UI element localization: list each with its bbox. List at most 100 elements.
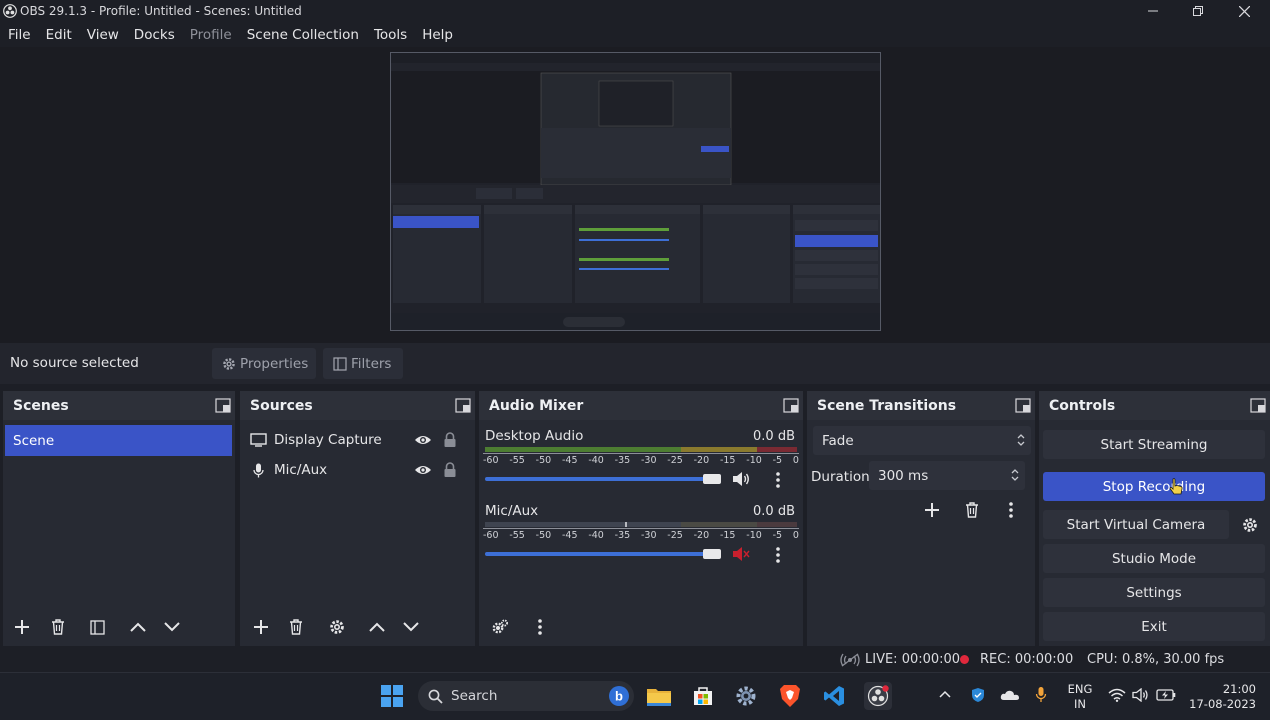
virtual-camera-settings-button[interactable]: [1239, 515, 1261, 535]
menu-view[interactable]: View: [81, 27, 125, 43]
clock-time[interactable]: 21:00: [1186, 682, 1256, 696]
volume-icon[interactable]: [1132, 688, 1150, 702]
exit-button[interactable]: Exit: [1043, 612, 1265, 641]
microphone-icon: [248, 463, 268, 478]
maximize-button[interactable]: [1176, 0, 1220, 22]
settings-button[interactable]: Settings: [1043, 578, 1265, 607]
volume-slider[interactable]: [485, 477, 721, 481]
menu-docks[interactable]: Docks: [128, 27, 181, 43]
tick-label: 0: [792, 455, 799, 466]
settings-gear-icon[interactable]: [732, 682, 760, 710]
filters-label: Filters: [351, 355, 392, 372]
undock-icon[interactable]: [783, 398, 799, 413]
transition-select[interactable]: Fade: [813, 426, 1031, 455]
move-scene-up-button[interactable]: [123, 614, 153, 640]
chevron-up-icon[interactable]: [939, 690, 951, 698]
properties-button[interactable]: Properties: [212, 348, 316, 379]
clock-date[interactable]: 17-08-2023: [1180, 697, 1256, 711]
menu-help[interactable]: Help: [416, 27, 459, 43]
mixer-channel-db: 0.0 dB: [753, 504, 795, 519]
advanced-audio-button[interactable]: [485, 614, 515, 640]
tick-label: -10: [746, 530, 762, 541]
rec-status: REC: 00:00:00: [980, 652, 1074, 667]
kebab-menu-icon: [1009, 502, 1013, 518]
transition-menu-button[interactable]: [996, 497, 1026, 523]
onedrive-cloud-icon[interactable]: [1000, 689, 1020, 701]
tick-label: -55: [509, 530, 525, 541]
speaker-icon[interactable]: [732, 471, 750, 487]
menu-tools[interactable]: Tools: [368, 27, 413, 43]
tick-label: -5: [772, 455, 783, 466]
language-indicator-top[interactable]: ENG: [1065, 682, 1095, 696]
tick-label: -40: [588, 530, 604, 541]
status-bar: [0, 648, 1270, 672]
move-source-up-button[interactable]: [362, 614, 392, 640]
add-scene-button[interactable]: [7, 614, 37, 640]
lock-icon[interactable]: [443, 432, 457, 448]
scene-transitions-title: Scene Transitions: [807, 391, 1035, 420]
chevron-up-icon: [130, 622, 146, 632]
undock-icon[interactable]: [1015, 398, 1031, 413]
sources-dock-title: Sources: [240, 391, 475, 420]
tick-label: -5: [772, 530, 783, 541]
source-item-mic-aux[interactable]: Mic/Aux: [248, 459, 468, 481]
lock-icon[interactable]: [443, 462, 457, 478]
start-streaming-button[interactable]: Start Streaming: [1043, 430, 1265, 459]
mixer-menu-button[interactable]: [525, 614, 555, 640]
volume-slider-handle[interactable]: [703, 474, 721, 484]
menu-profile[interactable]: Profile: [184, 27, 238, 43]
controls-title: Controls: [1039, 391, 1270, 420]
microphone-icon[interactable]: [1035, 686, 1047, 703]
vscode-icon[interactable]: [820, 682, 848, 710]
microsoft-store-icon[interactable]: [689, 682, 717, 710]
filters-button[interactable]: Filters: [323, 348, 403, 379]
eye-icon[interactable]: [414, 463, 432, 477]
studio-mode-button[interactable]: Studio Mode: [1043, 544, 1265, 573]
obs-taskbar-icon[interactable]: [864, 682, 892, 710]
remove-scene-button[interactable]: [43, 614, 73, 640]
undock-icon[interactable]: [215, 398, 231, 413]
meter-scale: -60 -55 -50 -45 -40 -35 -30 -25 -20 -15 …: [483, 528, 799, 542]
scene-list-item[interactable]: Scene: [5, 425, 232, 456]
volume-slider[interactable]: [485, 552, 721, 556]
minimize-button[interactable]: [1131, 0, 1175, 22]
battery-charging-icon[interactable]: [1156, 689, 1176, 701]
file-explorer-icon[interactable]: [645, 682, 673, 710]
source-properties-button[interactable]: [322, 614, 352, 640]
stop-recording-button[interactable]: Stop Recording: [1043, 472, 1265, 501]
close-button[interactable]: [1222, 0, 1266, 22]
remove-source-button[interactable]: [281, 614, 311, 640]
wifi-icon[interactable]: [1108, 688, 1126, 702]
scenes-dock: Scenes Scene: [3, 391, 235, 646]
volume-slider-handle[interactable]: [703, 549, 721, 559]
scenes-dock-title: Scenes: [3, 391, 235, 420]
sources-dock: Sources Display Capture Mic/Aux: [240, 391, 475, 646]
kebab-menu-icon[interactable]: [767, 544, 789, 566]
scene-filters-button[interactable]: [82, 614, 112, 640]
language-indicator-bottom[interactable]: IN: [1065, 697, 1095, 711]
windows-start-icon[interactable]: [378, 682, 406, 710]
move-scene-down-button[interactable]: [157, 614, 187, 640]
duration-input[interactable]: 300 ms: [869, 461, 1025, 490]
muted-speaker-icon[interactable]: [732, 546, 750, 562]
monitor-icon: [248, 433, 268, 447]
undock-icon[interactable]: [1250, 398, 1266, 413]
source-item-display-capture[interactable]: Display Capture: [248, 429, 468, 451]
defender-shield-icon[interactable]: [970, 687, 986, 703]
tick-label: -30: [640, 455, 657, 466]
menu-scene-collection[interactable]: Scene Collection: [241, 27, 365, 43]
add-transition-button[interactable]: [917, 497, 947, 523]
eye-icon[interactable]: [414, 433, 432, 447]
menu-file[interactable]: File: [2, 27, 37, 43]
menu-edit[interactable]: Edit: [40, 27, 78, 43]
tick-label: -20: [693, 455, 710, 466]
remove-transition-button[interactable]: [957, 497, 987, 523]
add-source-button[interactable]: [246, 614, 276, 640]
taskbar-search-box[interactable]: Search b: [418, 681, 634, 711]
undock-icon[interactable]: [455, 398, 471, 413]
start-virtual-camera-button[interactable]: Start Virtual Camera: [1043, 510, 1229, 539]
spinner-arrows-icon[interactable]: [1011, 468, 1019, 482]
brave-browser-icon[interactable]: [776, 682, 804, 710]
move-source-down-button[interactable]: [396, 614, 426, 640]
kebab-menu-icon[interactable]: [767, 469, 789, 491]
